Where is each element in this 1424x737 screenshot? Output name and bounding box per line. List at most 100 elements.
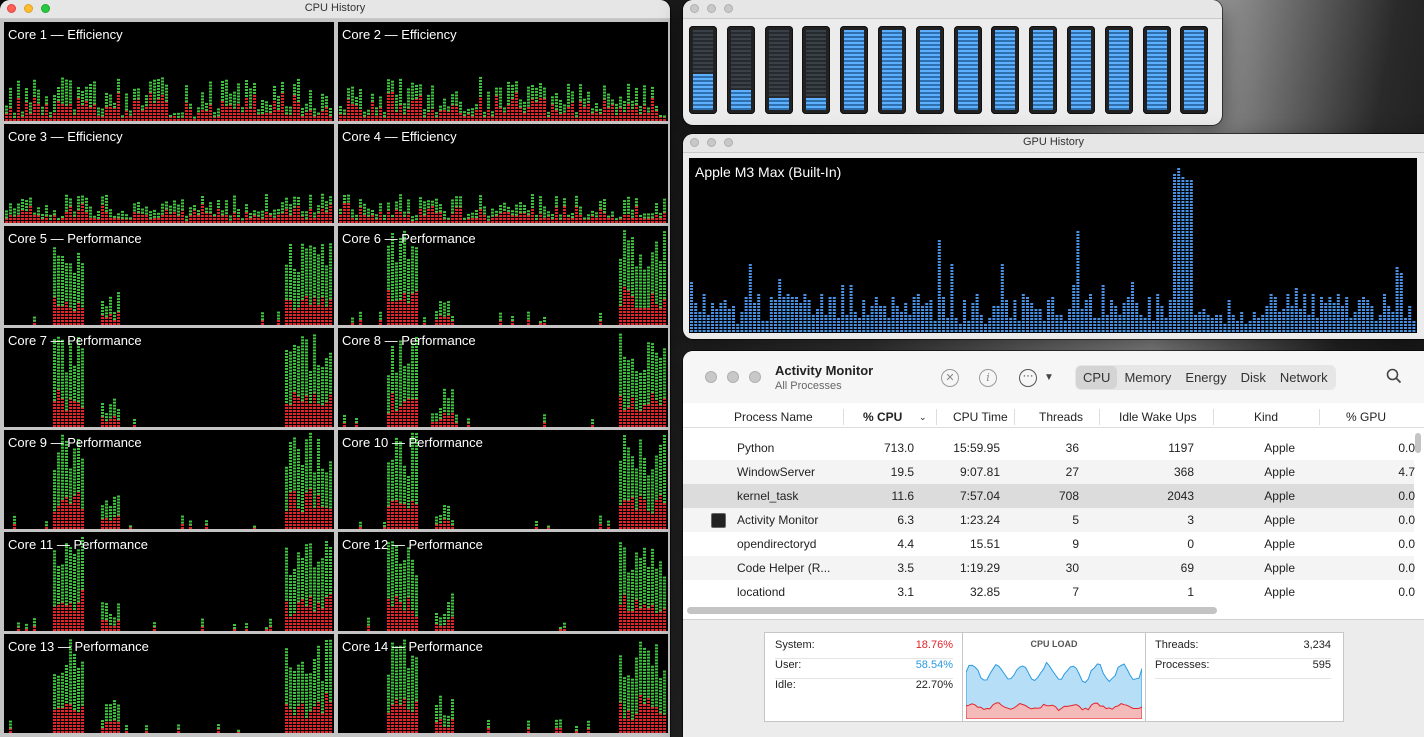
cell-kind: Apple xyxy=(1264,585,1295,599)
tab-memory[interactable]: Memory xyxy=(1117,366,1178,389)
cell-threads: 27 xyxy=(1065,465,1079,479)
core-graph-9: Core 9 — Performance xyxy=(4,430,334,529)
core-meter-4 xyxy=(802,26,831,114)
vertical-scrollbar[interactable] xyxy=(1415,433,1421,453)
search-icon[interactable] xyxy=(1385,368,1403,386)
core-meter-9 xyxy=(991,26,1020,114)
column-idle-wake-ups[interactable]: Idle Wake Ups xyxy=(1119,410,1197,424)
core-label: Core 14 — Performance xyxy=(342,639,483,654)
cell-cpu: 713.0 xyxy=(883,441,914,455)
table-row[interactable]: Code Helper (R... 3.5 1:19.29 30 69 Apple 0.0 xyxy=(683,556,1415,580)
column-divider xyxy=(1319,409,1320,425)
cpu-history-titlebar: CPU History xyxy=(0,0,670,19)
core-graph-grid: Core 1 — Efficiency Core 2 — Efficiency Co… xyxy=(4,22,668,734)
cell-time: 7:57.04 xyxy=(959,489,1000,503)
cell-time: 1:19.29 xyxy=(959,561,1000,575)
core-label: Core 10 — Performance xyxy=(342,435,483,450)
table-row[interactable]: locationd 3.1 32.85 7 1 Apple 0.0 xyxy=(683,580,1415,604)
core-label: Core 8 — Performance xyxy=(342,333,476,348)
cell-wakeups: 1197 xyxy=(1168,441,1194,455)
user-value: 58.54% xyxy=(915,659,953,671)
system-stat: System: 18.76% xyxy=(775,639,953,659)
tab-network[interactable]: Network xyxy=(1273,366,1335,389)
cpu-usage-meter-window xyxy=(683,0,1222,125)
close-button[interactable] xyxy=(690,4,699,13)
core-meter-12 xyxy=(1104,26,1133,114)
horizontal-scrollbar[interactable] xyxy=(687,607,1217,614)
core-graph-10: Core 10 — Performance xyxy=(338,430,668,529)
cell-kind: Apple xyxy=(1264,537,1295,551)
window-controls xyxy=(690,4,733,13)
user-stat: User: 58.54% xyxy=(775,659,953,679)
column-gpu-percent[interactable]: % GPU xyxy=(1346,410,1386,424)
tab-cpu[interactable]: CPU xyxy=(1076,366,1118,389)
table-row[interactable]: Python 713.0 15:59.95 36 1197 Apple 0.0 xyxy=(683,436,1415,460)
stop-process-icon[interactable]: ✕ xyxy=(941,369,959,387)
system-label: System: xyxy=(775,639,815,651)
column-divider xyxy=(1213,409,1214,425)
activity-monitor-app-icon xyxy=(711,513,726,528)
meter-fill xyxy=(881,30,902,110)
cell-name: WindowServer xyxy=(737,465,816,479)
cell-cpu: 11.6 xyxy=(891,489,914,503)
tab-energy[interactable]: Energy xyxy=(1178,366,1233,389)
cell-threads: 30 xyxy=(1065,561,1079,575)
cell-threads: 5 xyxy=(1072,513,1079,527)
cell-kind: Apple xyxy=(1264,441,1295,455)
meter-fill xyxy=(1184,30,1205,110)
chevron-down-icon: ⌄ xyxy=(919,412,927,422)
column-process-name[interactable]: Process Name xyxy=(734,410,813,424)
cell-threads: 7 xyxy=(1072,585,1079,599)
cell-wakeups: 2043 xyxy=(1167,489,1194,503)
cell-cpu: 4.4 xyxy=(897,537,914,551)
column-cpu-percent[interactable]: % CPU xyxy=(863,410,902,424)
cell-wakeups: 0 xyxy=(1187,537,1194,551)
column-threads[interactable]: Threads xyxy=(1039,410,1083,424)
meter-fill xyxy=(844,30,865,110)
cell-kind: Apple xyxy=(1264,489,1295,503)
column-cpu-time[interactable]: CPU Time xyxy=(953,410,1008,424)
close-button[interactable] xyxy=(705,371,717,383)
more-options-icon[interactable]: ··· xyxy=(1019,369,1037,387)
table-row[interactable]: opendirectoryd 4.4 15.51 9 0 Apple 0.0 xyxy=(683,532,1415,556)
cpu-meter-titlebar xyxy=(683,0,1222,19)
table-row[interactable]: WindowServer 19.5 9:07.81 27 368 Apple 4.7 xyxy=(683,460,1415,484)
idle-label: Idle: xyxy=(775,679,796,691)
table-row[interactable]: kernel_task 11.6 7:57.04 708 2043 Apple 0.0 xyxy=(683,484,1415,508)
window-controls xyxy=(705,371,761,383)
cell-threads: 36 xyxy=(1065,441,1079,455)
core-graph-3: Core 3 — Efficiency xyxy=(4,124,334,223)
minimize-button[interactable] xyxy=(707,4,716,13)
cpu-load-graph xyxy=(966,661,1142,719)
window-subtitle: All Processes xyxy=(775,380,842,392)
core-graph-13: Core 13 — Performance xyxy=(4,634,334,733)
cpu-stats-box: System: 18.76% User: 58.54% Idle: 22.70%… xyxy=(764,632,1344,722)
gpu-graph: Apple M3 Max (Built-In) xyxy=(689,158,1417,333)
chevron-down-icon[interactable]: ▼ xyxy=(1040,369,1058,387)
table-row[interactable]: Activity Monitor 6.3 1:23.24 5 3 Apple 0.0 xyxy=(683,508,1415,532)
info-icon[interactable]: i xyxy=(979,369,997,387)
cell-threads: 708 xyxy=(1058,489,1079,503)
activity-monitor-window: Activity Monitor All Processes ✕ i ··· ▼… xyxy=(683,351,1424,737)
core-label: Core 9 — Performance xyxy=(8,435,142,450)
core-graph-5: Core 5 — Performance xyxy=(4,226,334,325)
cell-cpu: 19.5 xyxy=(890,465,914,479)
core-meter-7 xyxy=(915,26,944,114)
cell-gpu: 0.0 xyxy=(1398,561,1415,575)
meter-fill xyxy=(1146,30,1167,110)
core-meter-11 xyxy=(1066,26,1095,114)
meter-fill xyxy=(919,30,940,110)
threads-stat: Threads: 3,234 xyxy=(1155,639,1331,659)
cell-name: Python xyxy=(737,441,775,455)
column-kind[interactable]: Kind xyxy=(1254,410,1278,424)
cell-time: 1:23.24 xyxy=(959,513,1000,527)
cell-wakeups: 3 xyxy=(1187,513,1194,527)
zoom-button[interactable] xyxy=(749,371,761,383)
zoom-button[interactable] xyxy=(724,4,733,13)
cell-time: 15:59.95 xyxy=(953,441,1000,455)
minimize-button[interactable] xyxy=(727,371,739,383)
tab-disk[interactable]: Disk xyxy=(1234,366,1273,389)
window-title: CPU History xyxy=(304,2,366,14)
meter-fill xyxy=(730,90,751,110)
core-graph-12: Core 12 — Performance xyxy=(338,532,668,631)
